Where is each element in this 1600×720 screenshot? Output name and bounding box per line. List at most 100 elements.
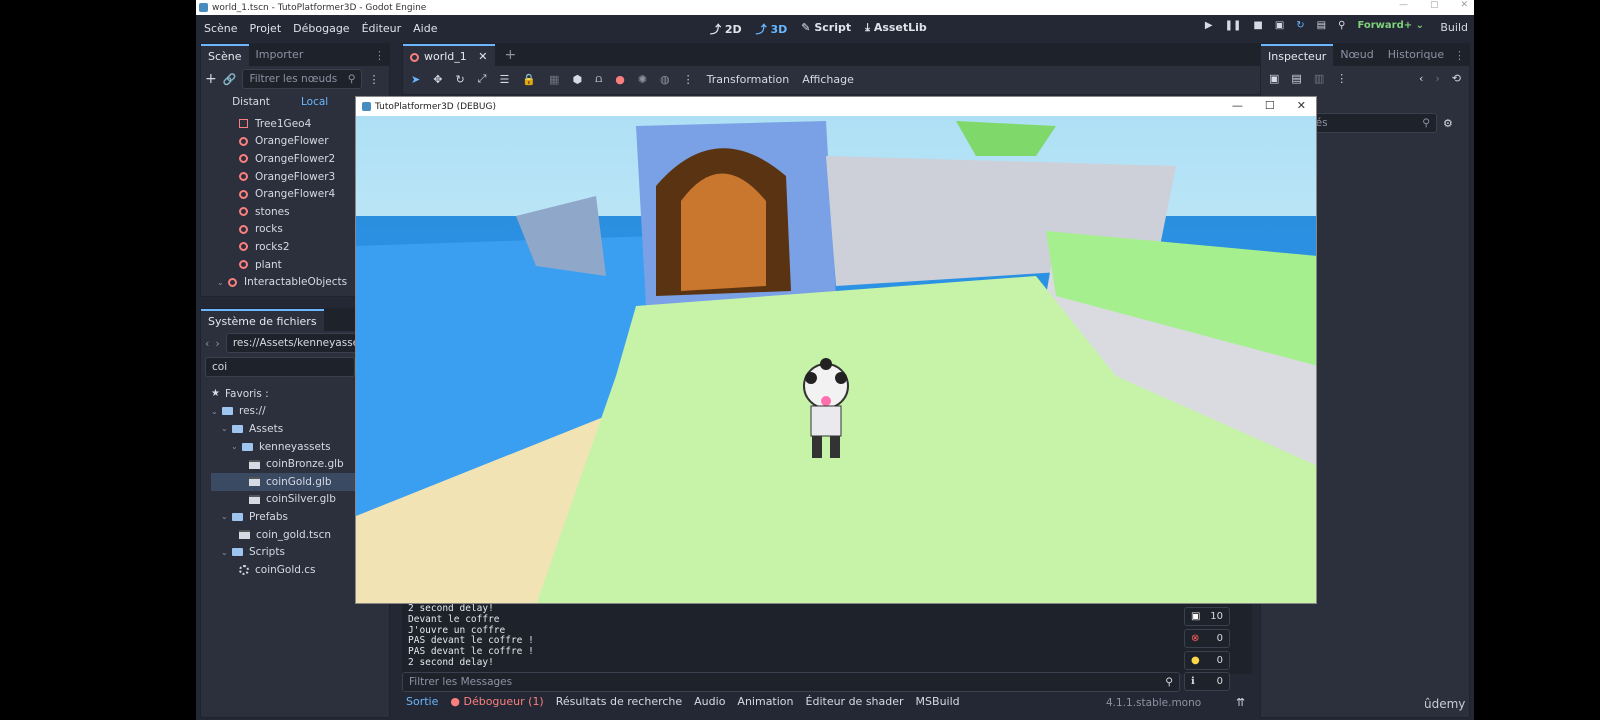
dock-menu-icon[interactable]: ⋮ xyxy=(374,49,385,62)
mode-script[interactable]: ✎ Script xyxy=(801,21,851,37)
renderer-select[interactable]: Forward+ ⌄ xyxy=(1357,20,1424,31)
mode-2d[interactable]: ⤴ 2D xyxy=(710,21,742,37)
menu-scene[interactable]: Scène xyxy=(198,22,244,35)
search-icon: ⚲ xyxy=(1165,676,1173,688)
file-search-input[interactable]: coi xyxy=(205,357,355,377)
folder-icon xyxy=(242,442,253,451)
select-tool-icon[interactable]: ➤ xyxy=(411,73,420,86)
remote-debug-icon[interactable]: ▣ xyxy=(1275,20,1284,31)
expand-panel-icon[interactable]: ⇈ xyxy=(1236,696,1245,709)
path-field[interactable]: res://Assets/kenneyassets xyxy=(225,333,376,353)
close-icon[interactable]: ✕ xyxy=(1460,0,1468,10)
chevron-down-icon[interactable]: ⌄ xyxy=(217,278,225,287)
tab-audio[interactable]: Audio xyxy=(694,695,725,708)
mode-3d[interactable]: ⤴ 3D xyxy=(756,21,788,37)
open-resource-icon[interactable]: ▤ xyxy=(1291,72,1301,85)
folder-icon xyxy=(222,407,233,416)
camera-icon[interactable]: ● xyxy=(615,73,625,86)
version-label: 4.1.1.stable.mono xyxy=(1106,697,1202,709)
transform-menu[interactable]: Transformation xyxy=(707,73,790,86)
chevron-down-icon[interactable]: ⌄ xyxy=(221,512,229,521)
new-resource-icon[interactable]: ▣ xyxy=(1269,72,1279,85)
tab-node[interactable]: Nœud xyxy=(1333,44,1380,66)
chevron-down-icon[interactable]: ⌄ xyxy=(231,442,239,451)
back-icon[interactable]: ‹ xyxy=(205,337,209,350)
tab-animation[interactable]: Animation xyxy=(737,695,793,708)
rotate-tool-icon[interactable]: ↻ xyxy=(455,73,464,86)
forward-icon[interactable]: › xyxy=(215,337,219,350)
scene-tab[interactable]: world_1 ✕ xyxy=(403,44,495,66)
add-node-icon[interactable]: + xyxy=(205,71,217,87)
tab-inspector[interactable]: Inspecteur xyxy=(1261,44,1334,66)
messages-toggle[interactable]: ▣ 10 xyxy=(1184,607,1230,626)
node-filter-input[interactable]: Filtrer les nœuds ⚲ xyxy=(242,69,363,89)
build-button[interactable]: Build xyxy=(1440,21,1468,34)
save-resource-icon[interactable]: ▥ xyxy=(1314,72,1324,85)
lock-icon[interactable]: 🔒 xyxy=(522,73,536,86)
chevron-down-icon[interactable]: ⌄ xyxy=(221,424,229,433)
tab-msbuild[interactable]: MSBuild xyxy=(916,695,960,708)
maximize-icon[interactable]: ▢ xyxy=(1430,0,1439,10)
view-menu[interactable]: Affichage xyxy=(802,73,854,86)
maximize-icon[interactable]: ☐ xyxy=(1265,99,1275,112)
tab-shader-editor[interactable]: Éditeur de shader xyxy=(806,695,904,708)
history-back-icon[interactable]: ‹ xyxy=(1419,72,1423,85)
object-history-icon[interactable]: ⟲ xyxy=(1452,72,1461,85)
mode-assetlib[interactable]: ⤓ AssetLib xyxy=(865,21,927,37)
menu-help[interactable]: Aide xyxy=(407,22,443,35)
tab-output[interactable]: Sortie xyxy=(406,695,438,708)
message-filter-input[interactable]: Filtrer les Messages ⚲ xyxy=(402,672,1180,692)
link-icon[interactable]: 🔗 xyxy=(223,73,237,86)
minimize-icon[interactable]: — xyxy=(1399,0,1408,10)
tab-scene[interactable]: Scène xyxy=(201,44,249,66)
tab-search-results[interactable]: Résultats de recherche xyxy=(556,695,682,708)
warnings-toggle[interactable]: ● 0 xyxy=(1184,651,1230,670)
close-tab-icon[interactable]: ✕ xyxy=(478,50,487,63)
environment-icon[interactable]: ◍ xyxy=(660,73,670,86)
errors-toggle[interactable]: ⊗ 0 xyxy=(1184,629,1230,648)
list-tool-icon[interactable]: ☰ xyxy=(499,73,509,86)
inspector-menu-icon[interactable]: ⋮ xyxy=(1336,72,1347,85)
scale-tool-icon[interactable]: ⤢ xyxy=(478,72,487,86)
remote-tab[interactable]: Distant xyxy=(201,96,301,108)
tab-filesystem[interactable]: Système de fichiers xyxy=(201,309,324,331)
game-viewport[interactable] xyxy=(356,116,1317,604)
stop-icon[interactable]: ■ xyxy=(1253,20,1262,31)
node3d-icon xyxy=(239,224,248,234)
info-toggle[interactable]: ℹ0 xyxy=(1184,672,1230,691)
message-icon: ▣ xyxy=(1191,611,1201,622)
scene-menu-icon[interactable]: ⋮ xyxy=(368,73,379,86)
chevron-down-icon[interactable]: ⌄ xyxy=(221,548,229,557)
reload-icon[interactable]: ↻ xyxy=(1296,20,1304,31)
close-icon[interactable]: ✕ xyxy=(1297,99,1306,112)
filter-settings-icon[interactable]: ⚙ xyxy=(1443,117,1453,130)
tab-import[interactable]: Importer xyxy=(249,44,311,66)
group-icon[interactable]: ▦ xyxy=(549,73,559,86)
snap-icon[interactable]: ⩍ xyxy=(595,72,602,86)
movie-icon[interactable]: ▤ xyxy=(1317,20,1326,31)
game-window: TutoPlatformer3D (DEBUG) — ☐ ✕ xyxy=(355,96,1317,604)
minimize-icon[interactable]: — xyxy=(1232,99,1243,112)
local-space-icon[interactable]: ⬢ xyxy=(572,73,582,86)
mesh-icon xyxy=(239,119,248,129)
menu-debug[interactable]: Débogage xyxy=(287,22,355,35)
pause-icon[interactable]: ❚❚ xyxy=(1225,20,1242,31)
tab-debugger[interactable]: ● Débogueur (1) xyxy=(450,695,543,708)
tab-history[interactable]: Historique xyxy=(1381,44,1451,66)
node3d-icon xyxy=(239,207,248,217)
history-forward-icon[interactable]: › xyxy=(1435,72,1439,85)
node3d-icon xyxy=(239,172,248,182)
viewport-menu-icon[interactable]: ⋮ xyxy=(683,73,694,86)
dock-menu-icon[interactable]: ⋮ xyxy=(1454,49,1465,62)
add-tab-icon[interactable]: + xyxy=(505,47,517,63)
profiler-icon[interactable]: ⚲ xyxy=(1338,20,1345,31)
window-titlebar: world_1.tscn - TutoPlatformer3D - Godot … xyxy=(196,0,1474,15)
menu-project[interactable]: Projet xyxy=(244,22,288,35)
local-tab[interactable]: Local xyxy=(301,96,328,108)
node3d-icon xyxy=(239,260,248,270)
play-icon[interactable]: ▶ xyxy=(1205,20,1213,31)
sun-icon[interactable]: ✺ xyxy=(638,73,647,86)
chevron-down-icon[interactable]: ⌄ xyxy=(211,407,219,416)
menu-editor[interactable]: Éditeur xyxy=(356,22,408,35)
move-tool-icon[interactable]: ✥ xyxy=(433,73,442,86)
